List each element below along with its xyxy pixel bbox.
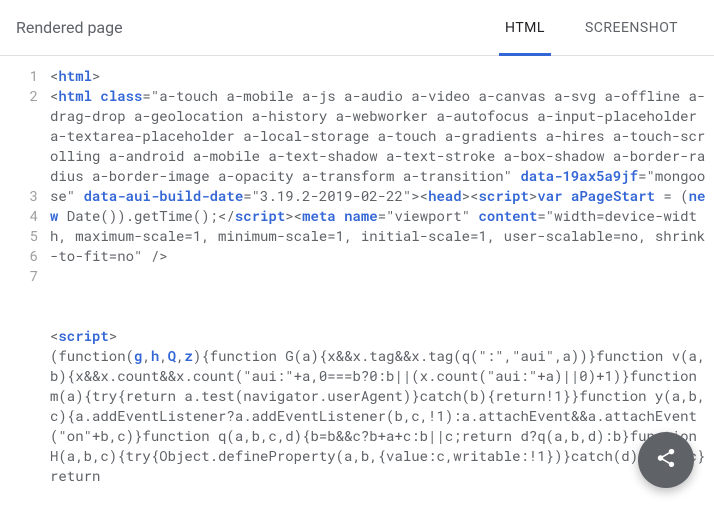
line-number: 1 [0,66,38,86]
code-line: (function(g,h,Q,z){function G(a){x&&x.ta… [50,346,705,485]
code-viewer: 1 2 3 4 5 6 7 <html> <html class="a-touc… [0,56,714,508]
code-content[interactable]: <html> <html class="a-touch a-mobile a-j… [48,56,714,508]
line-number: 4 [0,206,38,226]
tab-screenshot[interactable]: SCREENSHOT [565,0,698,55]
line-gutter: 1 2 3 4 5 6 7 [0,56,48,508]
line-number: 6 [0,246,38,266]
tab-label: HTML [505,20,545,36]
share-icon [655,447,677,473]
header-bar: Rendered page HTML SCREENSHOT [0,0,714,56]
page-title: Rendered page [16,18,123,37]
line-number: 2 [0,86,38,186]
line-number: 5 [0,226,38,246]
code-line: <html class="a-touch a-mobile a-js a-aud… [50,86,705,265]
code-line: <html> [50,66,100,85]
tab-strip: HTML SCREENSHOT [485,0,698,55]
line-number: 3 [0,186,38,206]
code-line: <script> [50,326,117,345]
tab-label: SCREENSHOT [585,20,678,36]
share-button[interactable] [638,432,694,488]
tab-html[interactable]: HTML [485,0,565,55]
line-number: 7 [0,266,38,426]
